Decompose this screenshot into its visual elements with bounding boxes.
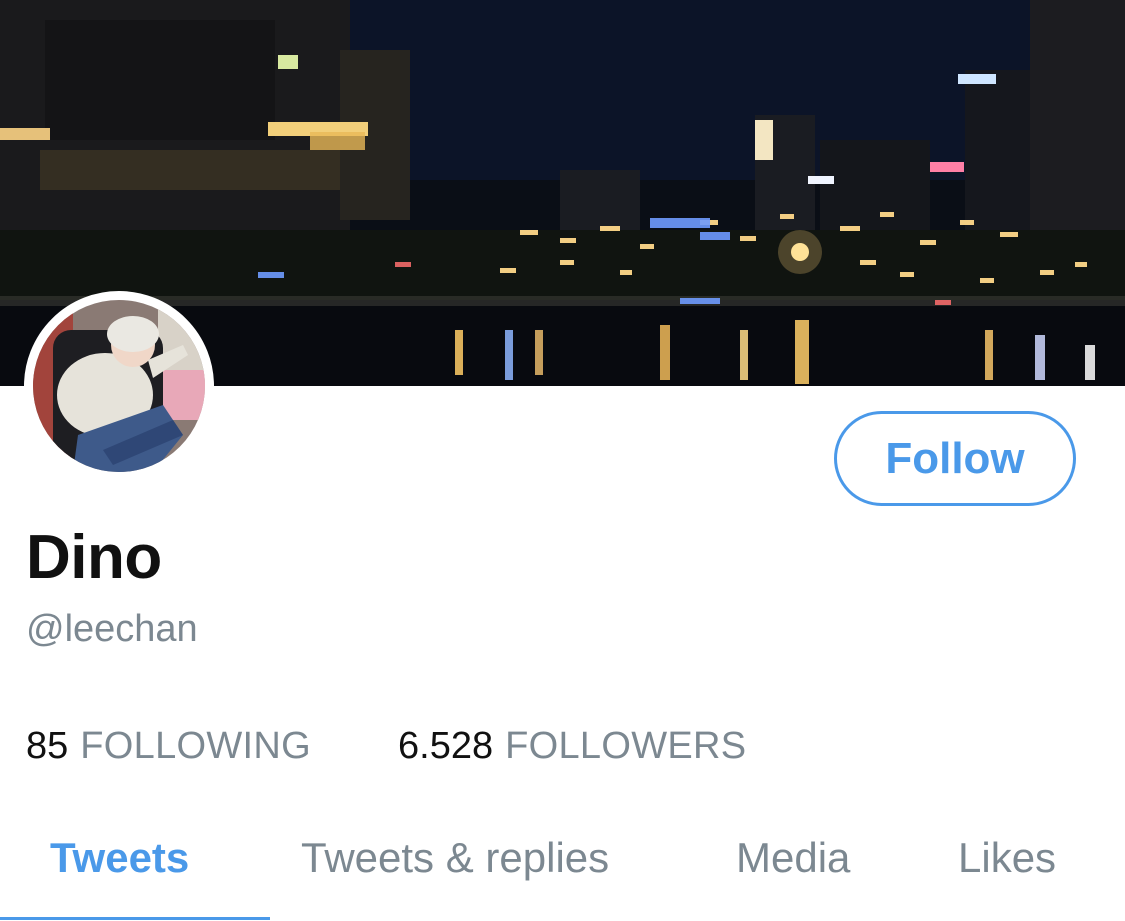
following-count: 85 bbox=[26, 725, 69, 767]
profile-tabs: Tweets Tweets & replies Media Likes bbox=[0, 820, 1125, 921]
profile-avatar[interactable] bbox=[24, 291, 214, 481]
active-tab-indicator bbox=[0, 917, 270, 920]
tab-media[interactable]: Media bbox=[736, 834, 850, 882]
followers-count: 6.528 bbox=[398, 725, 494, 767]
tab-tweets-and-replies[interactable]: Tweets & replies bbox=[301, 834, 609, 882]
follow-button[interactable]: Follow bbox=[834, 411, 1076, 506]
followers-stat[interactable]: 6.528 FOLLOWERS bbox=[398, 725, 746, 768]
followers-label: FOLLOWERS bbox=[505, 725, 747, 767]
following-label: FOLLOWING bbox=[80, 725, 311, 767]
tab-likes[interactable]: Likes bbox=[958, 834, 1056, 882]
tab-tweets[interactable]: Tweets bbox=[50, 834, 189, 882]
following-stat[interactable]: 85 FOLLOWING bbox=[26, 725, 311, 768]
profile-handle: @leechan bbox=[26, 608, 198, 650]
profile-display-name: Dino bbox=[26, 523, 162, 592]
